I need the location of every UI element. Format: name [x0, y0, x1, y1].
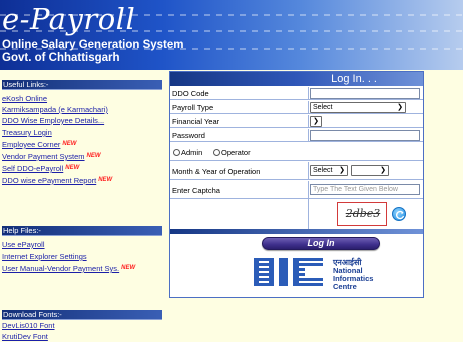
- link-karmiksampada[interactable]: Karmiksampada (e Karmachari): [2, 105, 108, 114]
- chevron-down-icon: ❯: [397, 104, 403, 111]
- month-year-label: Month & Year of Operation: [172, 167, 261, 176]
- captcha-text: 2dbe3: [345, 207, 381, 220]
- link-self-ddo-epayroll[interactable]: Self DDO-ePayroll NEW: [2, 164, 79, 173]
- link-label: Internet Explorer Settings: [2, 252, 87, 261]
- chevron-down-icon: ❯: [339, 167, 345, 174]
- radio-circle-icon: [213, 149, 220, 156]
- financial-year-row: Financial Year ❯: [170, 115, 423, 128]
- radio-circle-icon: [173, 149, 180, 156]
- role-row: Admin Operator: [170, 143, 423, 161]
- radio-admin[interactable]: Admin: [173, 148, 202, 157]
- nic-logo: एनआईसी National Informatics Centre: [254, 256, 384, 292]
- ddo-code-row: DDO Code: [170, 87, 423, 100]
- ddo-code-label: DDO Code: [172, 89, 209, 98]
- payroll-type-select[interactable]: Select ❯: [310, 102, 406, 113]
- sidebar: Useful Links:- eKosh Online Karmiksampad…: [0, 70, 165, 342]
- captcha-image: 2dbe3: [337, 202, 387, 226]
- login-title: Log In. . .: [331, 73, 377, 85]
- link-label: Employee Corner: [2, 140, 61, 149]
- right-margin: [455, 70, 463, 342]
- chevron-down-icon: ❯: [313, 118, 319, 125]
- login-footer-bar: [170, 229, 423, 234]
- link-label: DevLis010 Font: [2, 321, 55, 330]
- new-badge: NEW: [98, 177, 113, 183]
- link-ekosh-online[interactable]: eKosh Online: [2, 94, 47, 103]
- useful-links-heading: Useful Links:-: [2, 80, 162, 90]
- link-label: KrutiDev Font: [2, 332, 48, 341]
- link-label: Vendor Payment System: [2, 152, 85, 161]
- new-badge: NEW: [65, 165, 80, 171]
- link-ddo-wise-employee[interactable]: DDO Wise Employee Details...: [2, 116, 104, 125]
- link-krutidev-font[interactable]: KrutiDev Font: [2, 332, 48, 341]
- financial-year-select[interactable]: ❯: [310, 116, 322, 127]
- link-label: Karmiksampada (e Karmachari): [2, 105, 108, 114]
- payroll-type-row: Payroll Type Select ❯: [170, 101, 423, 114]
- nic-line-3: Centre: [333, 282, 357, 291]
- link-ddo-wise-epayment-report[interactable]: DDO wise ePayment Report NEW: [2, 176, 112, 185]
- nic-logo-mark: [254, 258, 323, 286]
- app-subtitle: Online Salary Generation System: [2, 39, 184, 51]
- link-use-epayroll[interactable]: Use ePayroll: [2, 240, 45, 249]
- link-label: DDO wise ePayment Report: [2, 176, 97, 185]
- month-select[interactable]: Select ❯: [310, 165, 348, 176]
- cell-divider: [308, 199, 309, 229]
- link-ie-settings[interactable]: Internet Explorer Settings: [2, 252, 87, 261]
- password-input[interactable]: [310, 130, 420, 141]
- link-label: eKosh Online: [2, 94, 48, 103]
- download-fonts-heading: Download Fonts:-: [2, 310, 162, 320]
- payroll-type-value: Select: [313, 104, 333, 111]
- link-treasury-login[interactable]: Treasury Login: [2, 128, 52, 137]
- link-label: DDO Wise Employee Details...: [2, 116, 105, 125]
- chevron-down-icon: ❯: [380, 167, 386, 174]
- login-header: Log In. . .: [170, 72, 423, 86]
- new-badge: NEW: [86, 153, 101, 159]
- password-label: Password: [172, 131, 205, 140]
- refresh-icon[interactable]: [392, 207, 406, 221]
- login-button[interactable]: Log In: [262, 237, 380, 250]
- financial-year-label: Financial Year: [172, 117, 220, 126]
- captcha-label: Enter Captcha: [172, 186, 220, 195]
- new-badge: NEW: [121, 265, 136, 271]
- radio-admin-label: Admin: [181, 148, 203, 157]
- header-banner: e-Payroll Online Salary Generation Syste…: [0, 0, 463, 70]
- radio-operator-label: Operator: [221, 148, 251, 157]
- link-employee-corner[interactable]: Employee Corner NEW: [2, 140, 76, 149]
- link-label: Treasury Login: [2, 128, 52, 137]
- link-user-manual-vendor[interactable]: User Manual-Vendor Payment Sys. NEW: [2, 264, 135, 273]
- ddo-code-input[interactable]: [310, 88, 420, 99]
- link-label: Use ePayroll: [2, 240, 45, 249]
- new-badge: NEW: [62, 141, 77, 147]
- app-title: e-Payroll: [2, 2, 136, 36]
- link-label: User Manual-Vendor Payment Sys.: [2, 264, 120, 273]
- month-value: Select: [313, 167, 333, 174]
- captcha-input[interactable]: Type The Text Given Below: [310, 184, 420, 195]
- year-select[interactable]: ❯: [351, 165, 389, 176]
- login-panel: Log In. . . DDO Code Payroll Type Select…: [169, 71, 424, 298]
- captcha-row: Enter Captcha Type The Text Given Below: [170, 181, 423, 199]
- link-vendor-payment-system[interactable]: Vendor Payment System NEW: [2, 152, 101, 161]
- payroll-type-label: Payroll Type: [172, 103, 214, 112]
- help-files-heading: Help Files:-: [2, 226, 162, 236]
- month-year-row: Month & Year of Operation Select ❯ ❯: [170, 162, 423, 180]
- link-devlis010-font[interactable]: DevLis010 Font: [2, 321, 55, 330]
- radio-operator[interactable]: Operator: [213, 148, 251, 157]
- link-label: Self DDO-ePayroll: [2, 164, 64, 173]
- govt-label: Govt. of Chhattisgarh: [2, 52, 120, 64]
- password-row: Password: [170, 129, 423, 142]
